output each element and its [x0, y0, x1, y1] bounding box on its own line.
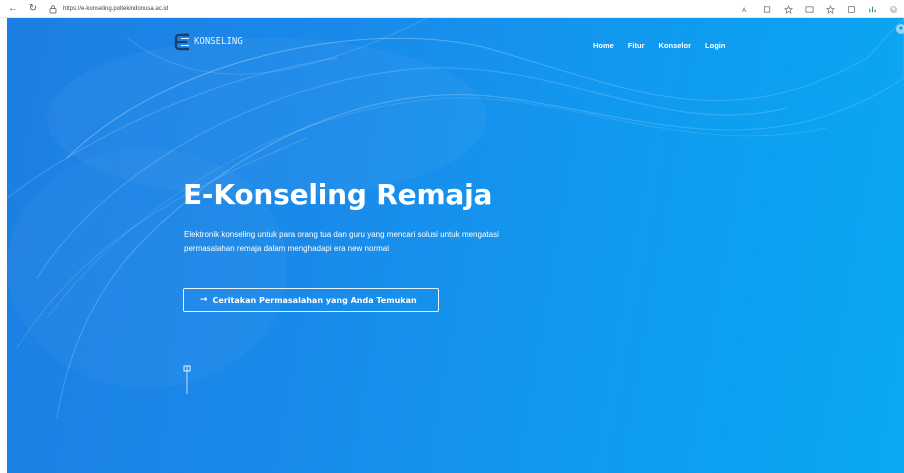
- cta-label: Ceritakan Permasalahan yang Anda Temukan: [212, 295, 417, 305]
- collections-icon[interactable]: [847, 5, 856, 14]
- split-screen-icon[interactable]: [805, 5, 814, 14]
- mouse-scroll-icon: [183, 365, 191, 394]
- site-header: KONSELING Home Fitur Konselor Login ●: [7, 18, 904, 74]
- favorite-star-icon[interactable]: [784, 4, 793, 14]
- main-menu: Home Fitur Konselor Login: [593, 41, 739, 50]
- arrow-right-icon: →: [200, 295, 208, 305]
- browser-toolbar: ← ↻ https://e-konseling.poltekindonusa.a…: [0, 0, 904, 18]
- nav-home[interactable]: Home: [593, 41, 614, 50]
- nav-login[interactable]: Login: [705, 41, 725, 50]
- cta-button[interactable]: → Ceritakan Permasalahan yang Anda Temuk…: [183, 288, 439, 312]
- hero-description: Elektronik konseling untuk para orang tu…: [184, 230, 499, 253]
- nav-fitur[interactable]: Fitur: [628, 41, 645, 50]
- performance-icon[interactable]: [868, 5, 877, 14]
- extension-icon[interactable]: [763, 5, 772, 14]
- read-aloud-icon[interactable]: A: [742, 5, 751, 14]
- url-text: https://e-konseling.poltekindonusa.ac.id: [63, 5, 169, 12]
- corner-badge-icon[interactable]: ●: [896, 24, 904, 34]
- profile-avatar-icon[interactable]: [889, 5, 898, 14]
- logo-text: KONSELING: [194, 36, 243, 48]
- favorites-icon[interactable]: [826, 4, 835, 14]
- browser-actions: A: [742, 0, 898, 18]
- refresh-icon[interactable]: ↻: [26, 2, 40, 16]
- address-bar[interactable]: https://e-konseling.poltekindonusa.ac.id: [48, 4, 168, 14]
- logo-e-icon: [174, 33, 189, 51]
- hero-title: E-Konseling Remaja: [183, 178, 493, 211]
- back-arrow-icon[interactable]: ←: [6, 2, 20, 16]
- svg-text:A: A: [742, 7, 747, 14]
- nav-konselor[interactable]: Konselor: [659, 41, 692, 50]
- site-logo[interactable]: KONSELING: [173, 32, 243, 52]
- lock-icon: [49, 4, 57, 13]
- hero-section: KONSELING Home Fitur Konselor Login ● E-…: [7, 18, 904, 473]
